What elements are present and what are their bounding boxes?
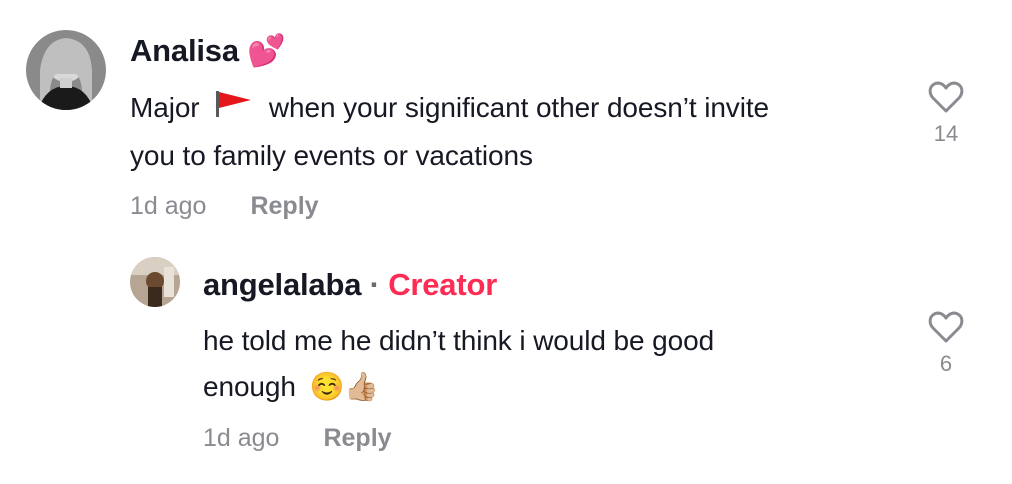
red-flag-icon: [213, 87, 255, 133]
like-button[interactable]: 14: [926, 80, 966, 147]
comment-text: he told me he didn’t think i would be go…: [203, 318, 903, 410]
comment-time: 1d ago: [130, 192, 207, 220]
like-count: 14: [933, 121, 959, 146]
avatar[interactable]: [26, 30, 106, 110]
heart-outline-icon: [928, 311, 964, 343]
comment-meta: 1d ago Reply: [130, 192, 319, 221]
reply-button[interactable]: Reply: [250, 192, 318, 220]
name-emoji: 💕: [247, 33, 286, 68]
comment-text: Major when your significant other doesn’…: [130, 85, 890, 179]
reply-comment-item: angelalaba · Creator he told me he didn’…: [0, 240, 1012, 484]
comment-item: Analisa 💕 Major when your significant ot…: [0, 0, 1012, 240]
comment-username[interactable]: Analisa 💕: [130, 32, 286, 69]
comment-text-line: he told me he didn’t think i would be go…: [203, 325, 715, 356]
comment-meta: 1d ago Reply: [203, 424, 392, 453]
comment-text-start: Major: [130, 92, 200, 123]
comment-text-line: Major when your significant other doesn’…: [130, 85, 890, 133]
comment-text-line: enough ☺️👍🏼: [203, 364, 903, 410]
comment-text-end: enough: [203, 371, 296, 402]
comment-text-line: you to family events or vacations: [130, 139, 533, 171]
comment-time: 1d ago: [203, 424, 280, 452]
smiling-emoji: ☺️: [309, 371, 345, 402]
heart-outline-icon: [928, 81, 964, 113]
thumbs-up-emoji: 👍🏼: [344, 371, 380, 402]
reply-username[interactable]: angelalaba · Creator: [203, 267, 497, 303]
username-text: angelalaba: [203, 267, 362, 302]
like-button[interactable]: 6: [926, 310, 966, 377]
like-count: 6: [939, 351, 953, 376]
creator-badge: Creator: [388, 267, 498, 302]
avatar[interactable]: [130, 257, 180, 307]
username-text: Analisa: [130, 33, 239, 68]
reply-button[interactable]: Reply: [323, 424, 391, 452]
comment-text-rest: when your significant other doesn’t invi…: [268, 92, 769, 123]
separator-dot: ·: [369, 267, 380, 302]
